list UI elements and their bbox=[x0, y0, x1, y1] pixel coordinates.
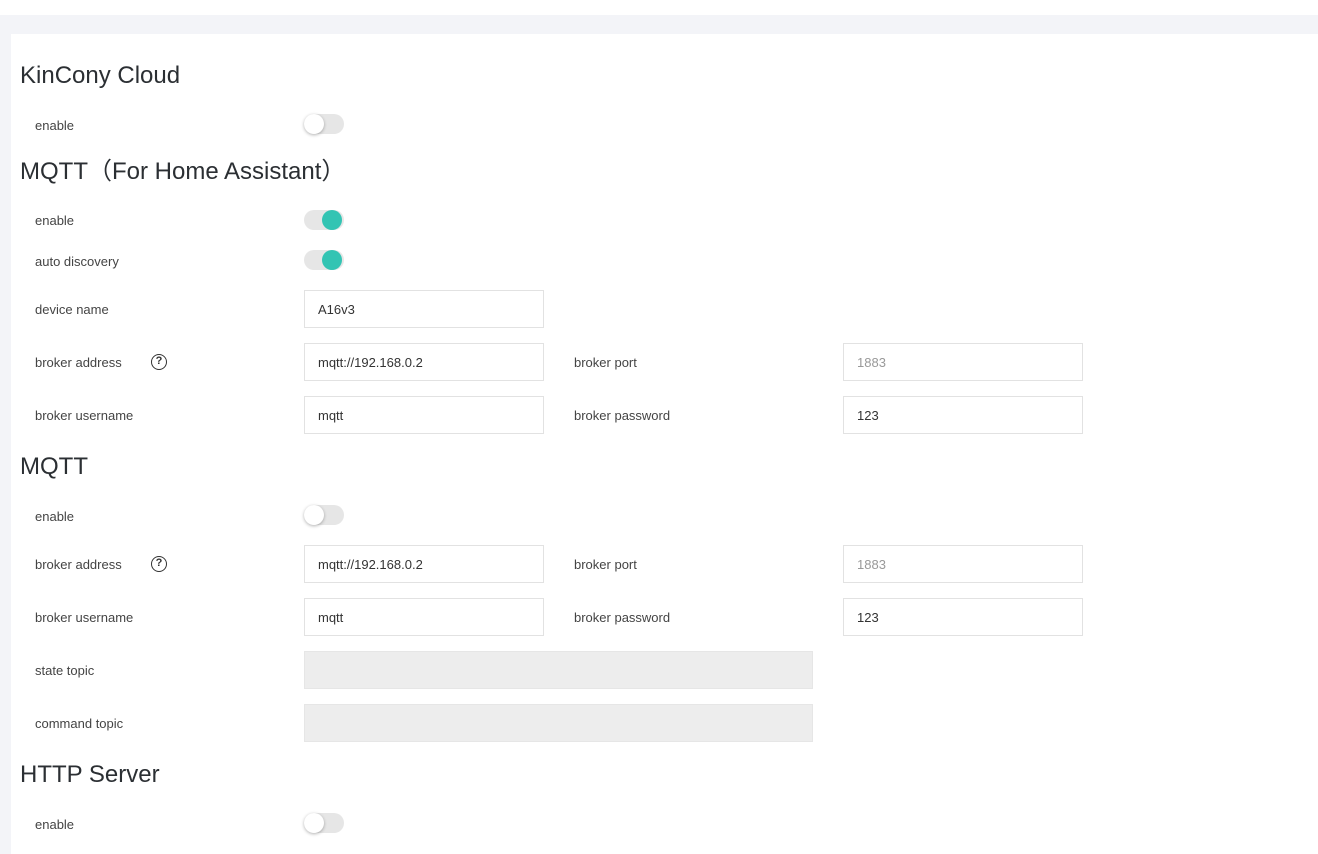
section-title-kincony-cloud: KinCony Cloud bbox=[20, 62, 181, 89]
ha-broker-username-label: broker username bbox=[35, 408, 134, 423]
mqtt-broker-username-input[interactable] bbox=[304, 598, 544, 636]
ha-broker-password-label: broker password bbox=[574, 408, 671, 423]
mqtt-ha-enable-label: enable bbox=[35, 213, 75, 228]
section-title-mqtt-ha: MQTT（For Home Assistant） bbox=[20, 158, 346, 185]
http-enable-toggle[interactable] bbox=[304, 813, 344, 833]
top-bar bbox=[0, 0, 1318, 15]
device-name-label: device name bbox=[35, 302, 109, 317]
ha-broker-address-input[interactable] bbox=[304, 343, 544, 381]
mqtt-broker-password-input[interactable] bbox=[843, 598, 1083, 636]
ha-broker-address-label: broker address bbox=[35, 355, 122, 370]
ha-broker-port-label: broker port bbox=[574, 355, 637, 370]
section-title-http-server: HTTP Server bbox=[20, 761, 160, 788]
command-topic-label: command topic bbox=[35, 716, 124, 731]
mqtt-broker-port-input[interactable] bbox=[843, 545, 1083, 583]
mqtt-broker-port-label: broker port bbox=[574, 557, 637, 572]
mqtt-ha-enable-toggle[interactable] bbox=[304, 210, 344, 230]
auto-discovery-label: auto discovery bbox=[35, 254, 119, 269]
command-topic-input[interactable] bbox=[304, 704, 813, 742]
mqtt-enable-label: enable bbox=[35, 509, 75, 524]
kincony-enable-label: enable bbox=[35, 118, 75, 133]
state-topic-label: state topic bbox=[35, 663, 95, 678]
ha-broker-password-input[interactable] bbox=[843, 396, 1083, 434]
mqtt-broker-address-label: broker address bbox=[35, 557, 122, 572]
device-name-input[interactable] bbox=[304, 290, 544, 328]
help-icon[interactable]: ? bbox=[151, 354, 167, 370]
mqtt-enable-toggle[interactable] bbox=[304, 505, 344, 525]
ha-broker-username-input[interactable] bbox=[304, 396, 544, 434]
mqtt-broker-password-label: broker password bbox=[574, 610, 671, 625]
kincony-enable-toggle[interactable] bbox=[304, 114, 344, 134]
section-title-mqtt: MQTT bbox=[20, 453, 88, 480]
state-topic-input[interactable] bbox=[304, 651, 813, 689]
mqtt-broker-username-label: broker username bbox=[35, 610, 134, 625]
mqtt-broker-address-input[interactable] bbox=[304, 545, 544, 583]
help-icon[interactable]: ? bbox=[151, 556, 167, 572]
http-enable-label: enable bbox=[35, 817, 75, 832]
ha-broker-port-input[interactable] bbox=[843, 343, 1083, 381]
auto-discovery-toggle[interactable] bbox=[304, 250, 344, 270]
